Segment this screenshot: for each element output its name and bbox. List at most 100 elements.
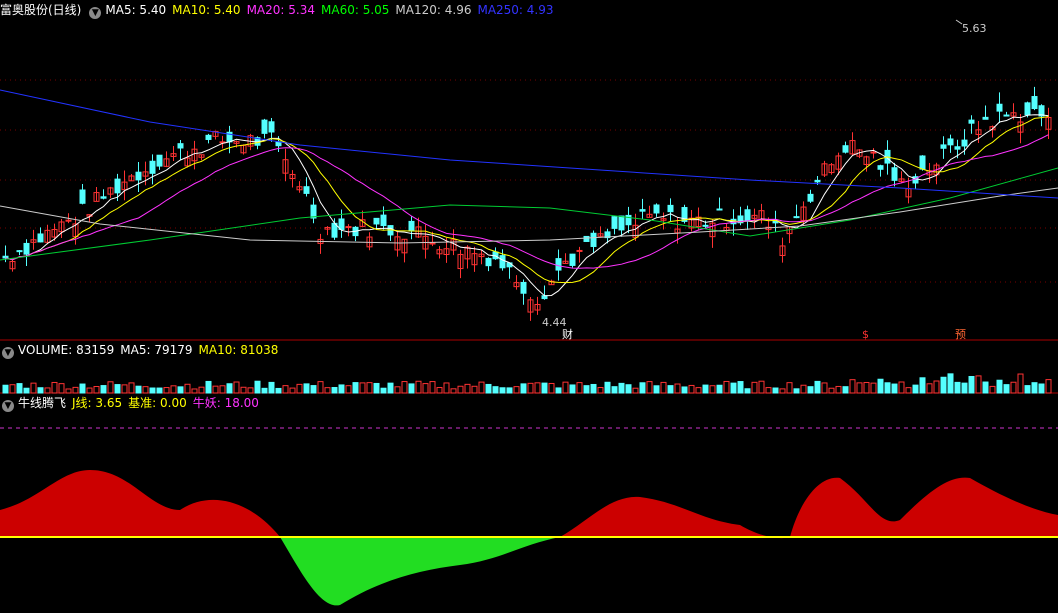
volume-bar (142, 386, 149, 394)
candle-body (485, 257, 492, 267)
volume-bar (681, 386, 688, 394)
candle-body (156, 154, 163, 167)
volume-bar (107, 381, 114, 394)
volume-bar (457, 385, 464, 394)
volume-bar (933, 380, 940, 394)
candle-body (793, 216, 800, 219)
candle-body (702, 224, 709, 227)
volume-bar (828, 387, 835, 394)
candle-body (870, 151, 877, 154)
volume-bar (359, 382, 366, 394)
volume-bar (149, 387, 156, 394)
volume-bar (317, 381, 324, 394)
volume-bar (513, 386, 520, 394)
volume-bar (583, 385, 590, 394)
volume-bar (310, 385, 317, 394)
volume-bar (352, 382, 359, 394)
volume-bar (688, 384, 695, 394)
volume-bar (233, 381, 240, 394)
volume-bar (163, 387, 170, 394)
volume-bar (954, 381, 961, 394)
volume-bar (499, 387, 506, 394)
volume-bar (471, 385, 478, 394)
volume-bar (373, 382, 380, 394)
candle-body (303, 186, 310, 194)
volume-bar (772, 387, 779, 394)
volume-bar (807, 386, 814, 394)
candle-body (842, 145, 849, 153)
volume-bar (184, 383, 191, 394)
candle-body (576, 249, 583, 252)
ma10-line (5, 115, 1049, 284)
volume-bar (1031, 382, 1038, 394)
candle-body (520, 281, 527, 294)
volume-bar (121, 384, 128, 394)
event-marker: 财 (562, 327, 573, 341)
volume-bar (303, 383, 310, 394)
candle-body (919, 155, 926, 170)
volume-bar (415, 380, 422, 394)
volume-bar (877, 378, 884, 394)
candle-body (968, 119, 975, 124)
candle-body (611, 216, 618, 229)
volume-bar (219, 385, 226, 394)
volume-bar (786, 382, 793, 394)
candle-body (947, 138, 954, 146)
ma5-line (5, 114, 1049, 297)
candle-body (408, 220, 415, 232)
volume-bar (9, 384, 16, 394)
volume-bar (940, 376, 947, 394)
candle-body (380, 214, 387, 227)
volume-bar (891, 383, 898, 394)
volume-bar (240, 386, 247, 394)
candle-body (1024, 102, 1031, 116)
candle-body (268, 121, 275, 133)
candle-body (149, 160, 156, 174)
candle-body (135, 171, 142, 181)
candle-body (499, 255, 506, 269)
volume-bar (506, 387, 513, 394)
stock-chart[interactable]: 5.634.44财 $ 预 (0, 0, 1058, 613)
volume-bar (604, 381, 611, 394)
volume-bar (380, 387, 387, 394)
candle-body (961, 139, 968, 147)
volume-bar (856, 382, 863, 394)
volume-bar (58, 383, 65, 394)
candle-body (205, 134, 212, 140)
volume-bar (1024, 385, 1031, 394)
volume-bar (1038, 383, 1045, 394)
volume-bar (205, 380, 212, 394)
volume-bar (821, 382, 828, 394)
candle-body (37, 233, 44, 243)
volume-bar (51, 381, 58, 394)
volume-bar (429, 381, 436, 394)
candle-body (667, 204, 674, 213)
volume-bar (177, 386, 184, 394)
candle-body (807, 193, 814, 202)
volume-bar (548, 382, 555, 394)
volume-bar (100, 385, 107, 394)
volume-bar (527, 382, 534, 394)
volume-bar (989, 385, 996, 394)
volume-bar (653, 385, 660, 394)
volume-bar (744, 388, 751, 394)
volume-bar (667, 385, 674, 394)
candle-body (114, 178, 121, 194)
volume-bar (590, 383, 597, 394)
candle-body (814, 179, 821, 183)
volume-bar (947, 373, 954, 394)
candle-body (345, 226, 352, 229)
volume-bar (737, 381, 744, 394)
volume-bar (23, 387, 30, 394)
event-marker: $ (862, 328, 869, 341)
volume-bar (709, 385, 716, 394)
volume-bar (870, 382, 877, 394)
volume-bar (289, 387, 296, 394)
volume-bar (919, 377, 926, 394)
candle-body (16, 250, 23, 253)
ma120-line (0, 187, 1058, 244)
volume-bar (793, 388, 800, 394)
volume-bar (632, 387, 639, 394)
candle-body (940, 144, 947, 149)
volume-bar (16, 383, 23, 394)
